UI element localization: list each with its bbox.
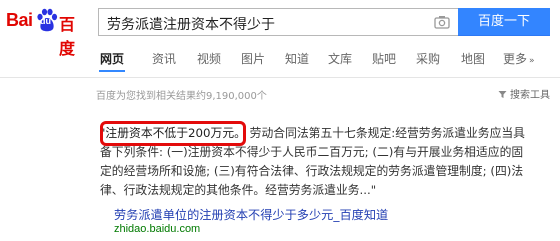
- result-count: 百度为您找到相关结果约9,190,000个: [96, 91, 267, 102]
- logo-text-du: du: [40, 16, 51, 26]
- tab-images[interactable]: 图片: [241, 50, 265, 67]
- search-input[interactable]: 劳务派遣注册资本不得少于: [98, 8, 458, 36]
- result-url[interactable]: zhidao.baidu.com: [114, 223, 200, 235]
- tab-video[interactable]: 视频: [197, 50, 221, 67]
- more-arrow-icon: »: [529, 56, 535, 66]
- filter-icon: [498, 91, 507, 98]
- search-tools-label: 搜索工具: [510, 90, 550, 101]
- tab-more[interactable]: 更多»: [503, 50, 535, 67]
- baidu-logo[interactable]: Bai du 百度: [6, 8, 90, 58]
- search-button[interactable]: 百度一下: [458, 8, 550, 36]
- search-tools-button[interactable]: 搜索工具: [498, 86, 550, 101]
- logo-text-bai: Bai: [6, 10, 33, 30]
- annotation-red-box: [100, 121, 246, 146]
- tabs-divider: [0, 77, 560, 78]
- tab-zhidao[interactable]: 知道: [285, 50, 309, 67]
- search-tabs: 网页 资讯 视频 图片 知道 文库 贴吧 采购 地图 更多»: [0, 50, 560, 72]
- camera-icon[interactable]: [434, 15, 450, 29]
- tab-purchase[interactable]: 采购: [416, 50, 440, 67]
- tab-tieba[interactable]: 贴吧: [372, 50, 396, 67]
- tab-more-label: 更多: [503, 52, 528, 66]
- result-title-link[interactable]: 劳务派遣单位的注册资本不得少于多少元_百度知道: [114, 205, 388, 223]
- search-query-text: 劳务派遣注册资本不得少于: [107, 17, 275, 33]
- tab-news[interactable]: 资讯: [152, 50, 176, 67]
- tab-web[interactable]: 网页: [100, 50, 124, 67]
- tab-map[interactable]: 地图: [461, 50, 485, 67]
- tab-wenku[interactable]: 文库: [328, 50, 352, 67]
- active-tab-indicator: [99, 70, 125, 72]
